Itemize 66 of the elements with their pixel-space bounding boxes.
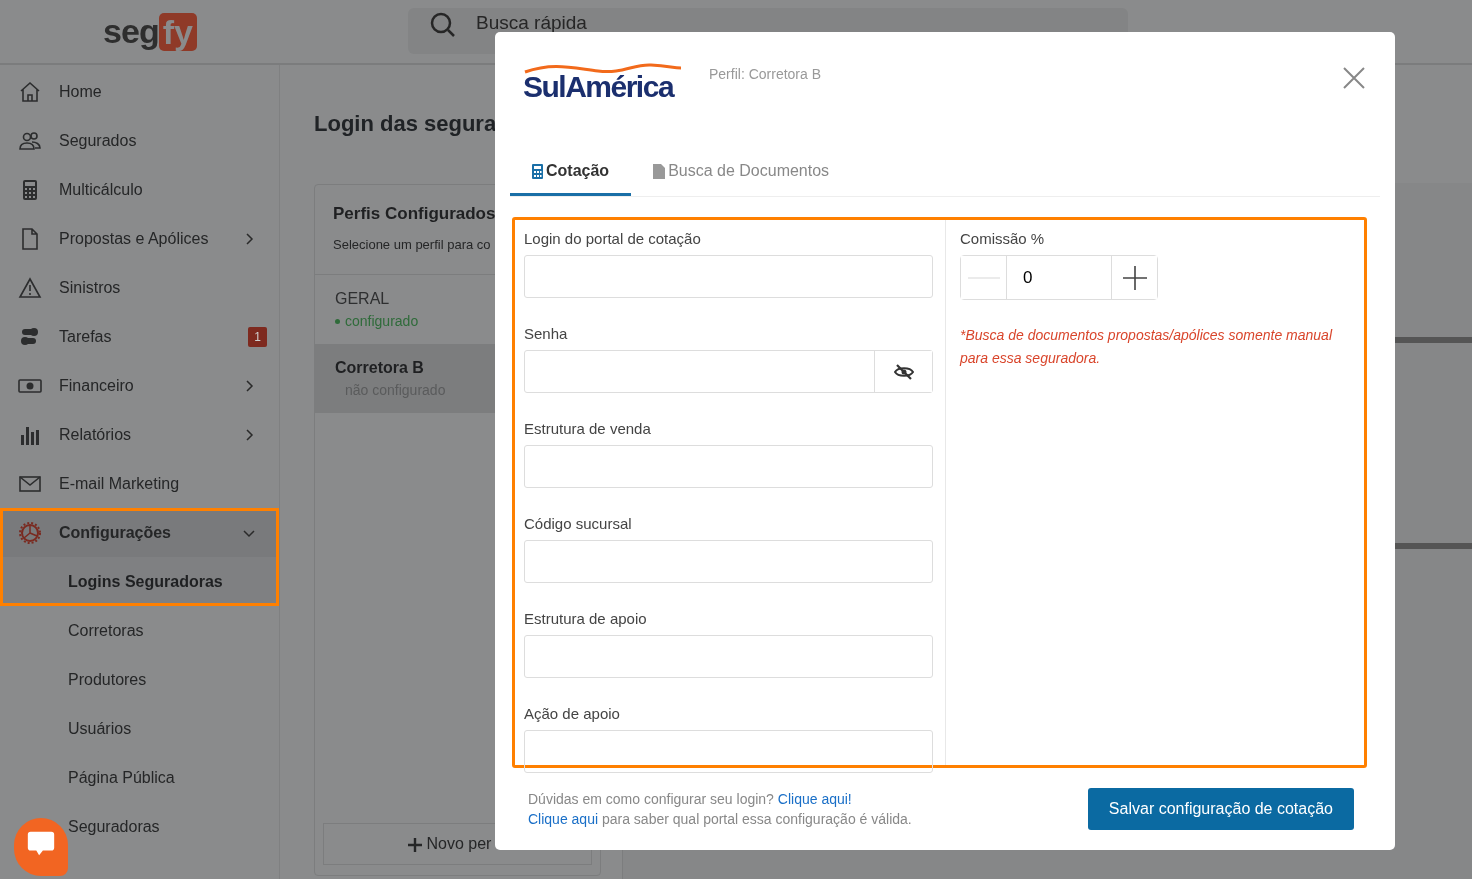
search-icon bbox=[430, 12, 456, 38]
card-title: Perfis Configurados bbox=[333, 203, 497, 225]
chevron-icon bbox=[243, 232, 255, 245]
sidebar-item[interactable]: Financeiro bbox=[0, 361, 279, 410]
plus-icon bbox=[408, 837, 422, 852]
help-link[interactable]: Clique aqui! bbox=[777, 791, 852, 807]
sidebar-item[interactable]: Relatórios bbox=[0, 410, 279, 459]
logo-badge: fy bbox=[158, 12, 197, 51]
card-subtitle: Selecione um perfil para co bbox=[333, 235, 491, 254]
input-field[interactable] bbox=[524, 540, 933, 583]
logo-text: seg bbox=[103, 11, 159, 52]
search-field[interactable]: Busca rápida bbox=[476, 12, 676, 34]
field-label: Código sucursal bbox=[524, 514, 633, 534]
field-label: Login do portal de cotação bbox=[524, 229, 702, 249]
eye-slash-icon bbox=[893, 363, 914, 380]
submenu-item[interactable]: Produtores bbox=[0, 655, 279, 704]
count-badge: 1 bbox=[248, 326, 267, 347]
submenu-item[interactable]: Página Pública bbox=[0, 753, 279, 802]
submenu-item[interactable]: Seguradoras bbox=[0, 802, 279, 851]
input-field[interactable] bbox=[524, 350, 933, 393]
profile-label: Perfil: Corretora B bbox=[709, 65, 822, 84]
home-icon bbox=[18, 79, 42, 104]
chat-button[interactable] bbox=[14, 818, 68, 876]
help-text: Dúvidas em como configurar seu login? Clique aqui! bbox=[528, 790, 853, 809]
field-label: Comissão % bbox=[960, 229, 1046, 249]
profile-status: configurado bbox=[345, 311, 419, 331]
sidebar-item[interactable]: Propostas e Apólices bbox=[0, 214, 279, 263]
save-button[interactable]: Salvar configuração de cotação bbox=[1087, 788, 1354, 830]
plus-icon bbox=[1122, 265, 1147, 290]
field-label: Estrutura de venda bbox=[524, 419, 652, 439]
toggle-visibility-button[interactable] bbox=[874, 351, 932, 392]
swoosh-icon bbox=[523, 62, 683, 76]
profile-name: GERAL bbox=[335, 288, 391, 309]
close-icon bbox=[1343, 66, 1365, 89]
field-label: Senha bbox=[524, 324, 569, 344]
submenu-item[interactable]: Logins Seguradoras bbox=[0, 557, 279, 606]
warning-icon bbox=[18, 275, 42, 300]
chevron-icon bbox=[243, 379, 255, 392]
field-label: Ação de apoio bbox=[524, 704, 621, 724]
sidebar-item[interactable]: Tarefas 1 bbox=[0, 312, 279, 361]
sidebar-item[interactable]: Sinistros bbox=[0, 263, 279, 312]
profile-name: Corretora B bbox=[335, 357, 425, 378]
tab[interactable]: Cotação bbox=[510, 152, 632, 196]
sidebar-item[interactable]: Home bbox=[0, 67, 279, 116]
field-label: Estrutura de apoio bbox=[524, 609, 648, 629]
number-field[interactable]: 0 bbox=[1006, 256, 1112, 299]
tab[interactable]: Busca de Documentos bbox=[631, 152, 852, 196]
submenu-item[interactable]: Usuários bbox=[0, 704, 279, 753]
calculator-icon bbox=[532, 163, 543, 179]
input-field[interactable] bbox=[524, 730, 933, 773]
number-stepper[interactable]: 0 bbox=[960, 255, 1158, 300]
document-icon bbox=[653, 163, 666, 179]
sidebar-item[interactable]: E-mail Marketing bbox=[0, 459, 279, 508]
gear-icon bbox=[18, 520, 42, 545]
sidebar-item[interactable]: Multicálculo bbox=[0, 165, 279, 214]
submenu-item[interactable]: Corretoras bbox=[0, 606, 279, 655]
sidebar-item[interactable]: Configurações bbox=[0, 508, 279, 557]
input-field[interactable] bbox=[524, 445, 933, 488]
logo-text: SulAmérica bbox=[523, 72, 675, 102]
note-text: *Busca de documentos propostas/apólices somente manual para essa seguradora. bbox=[960, 326, 1334, 368]
chevron-icon bbox=[243, 428, 255, 441]
input-field[interactable] bbox=[524, 255, 933, 298]
input-field[interactable] bbox=[524, 635, 933, 678]
page-title: Login das segura bbox=[314, 110, 498, 138]
sidebar-item[interactable]: Segurados bbox=[0, 116, 279, 165]
close-button[interactable] bbox=[1341, 64, 1367, 90]
